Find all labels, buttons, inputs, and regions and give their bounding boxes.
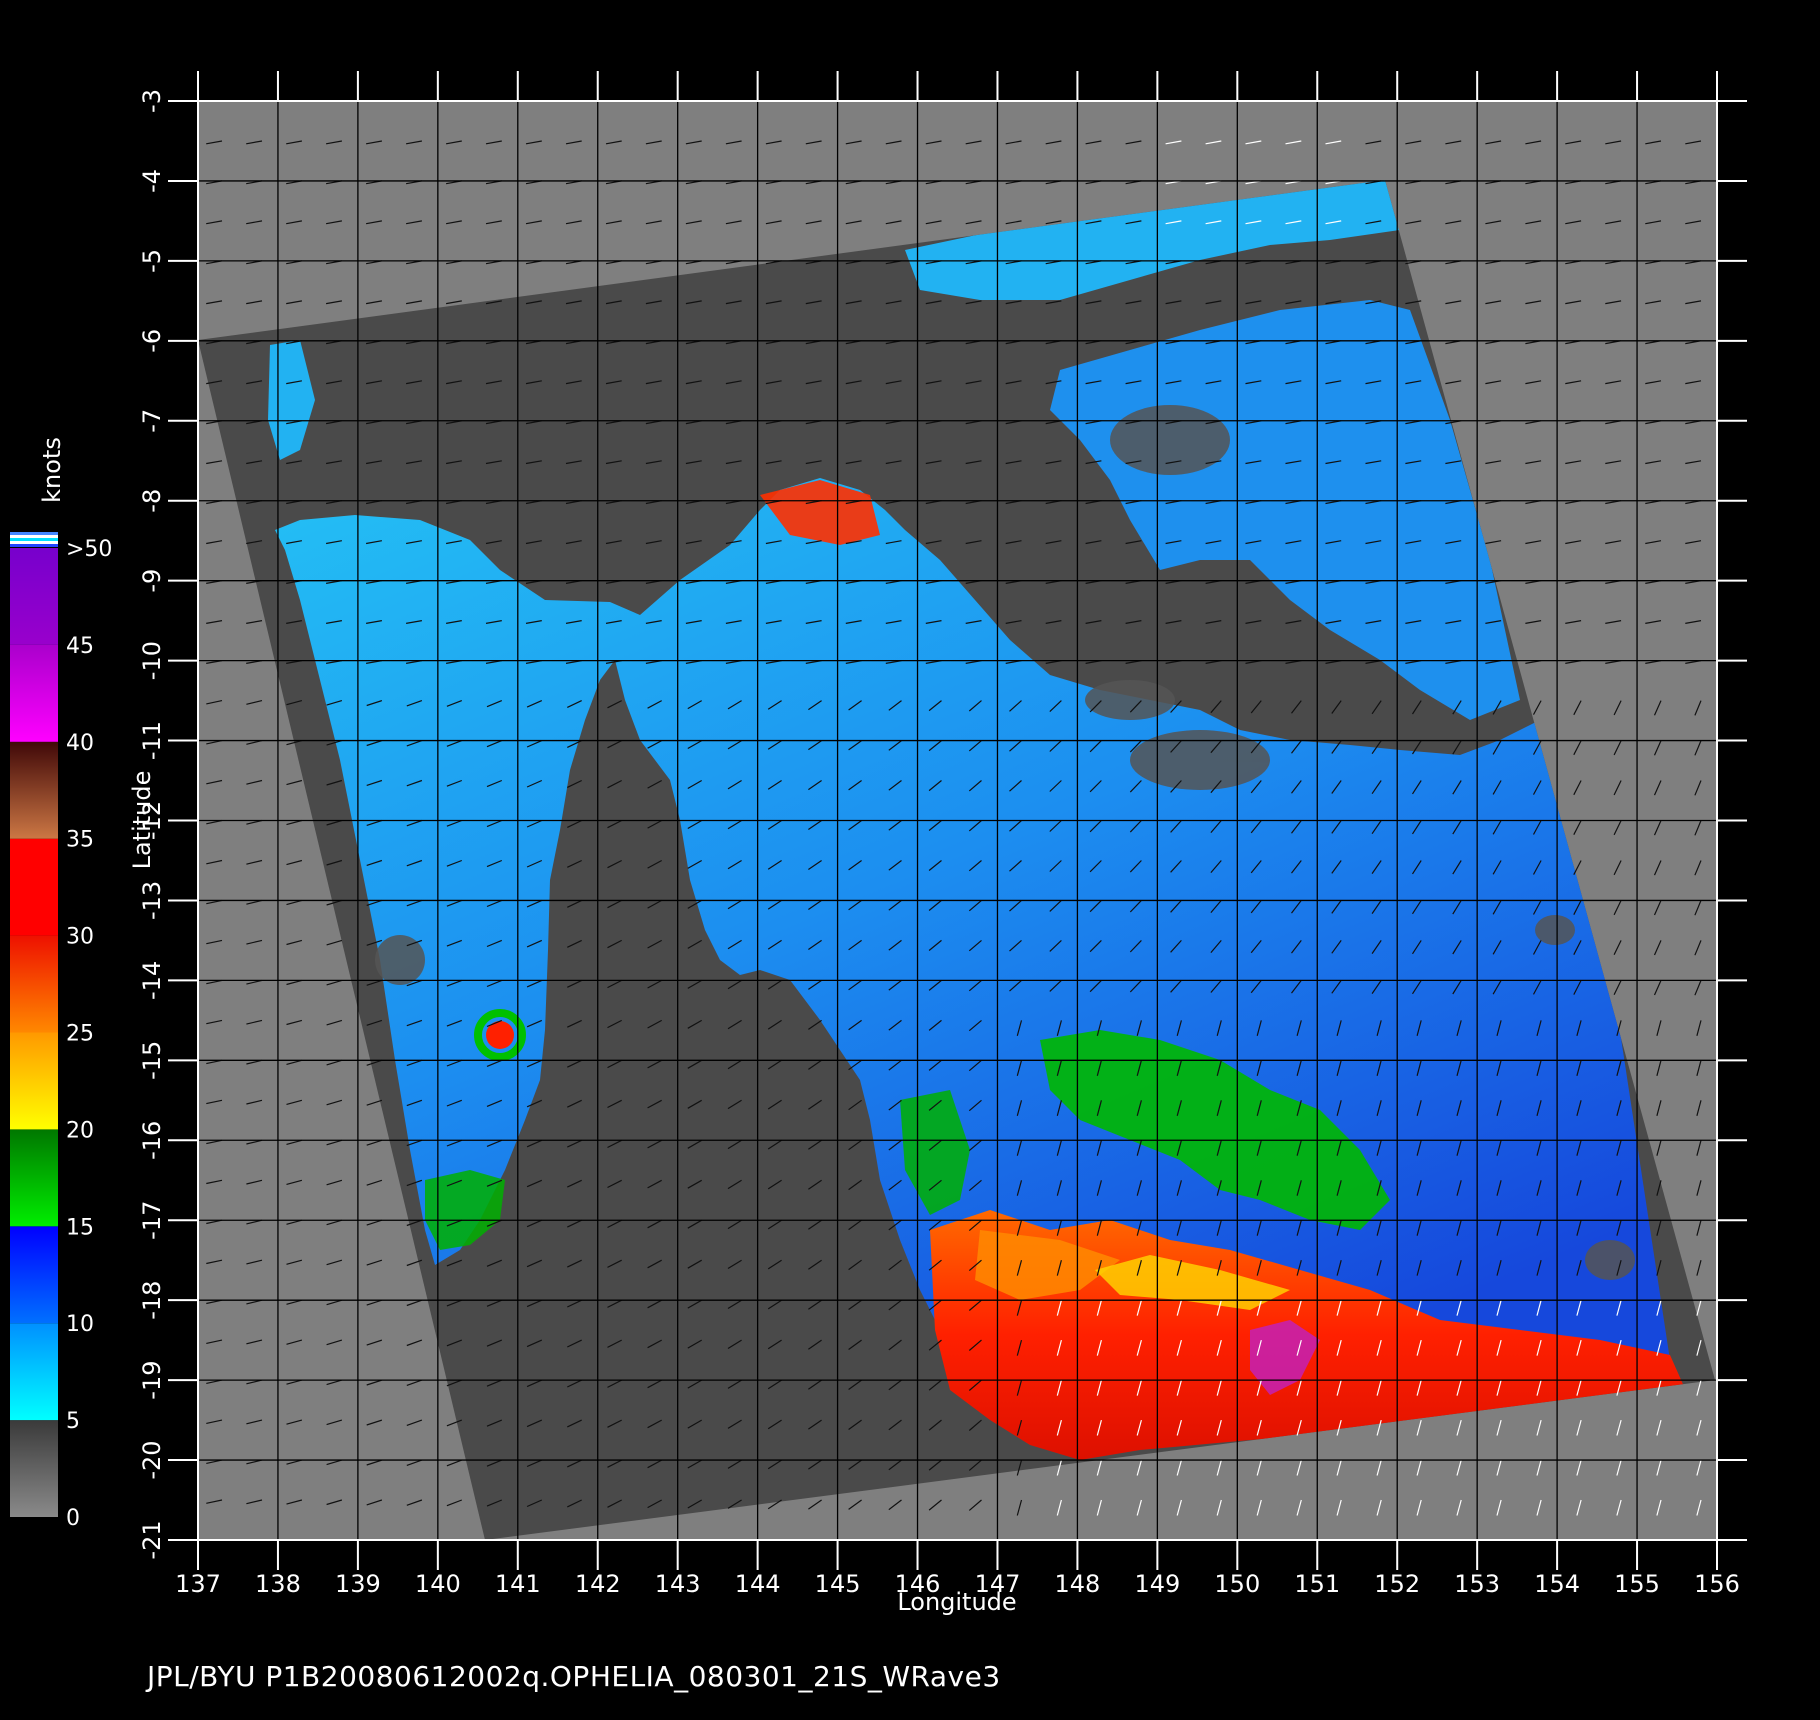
- x-tick-label: 142: [575, 1570, 621, 1598]
- x-tick-label: 150: [1214, 1570, 1260, 1598]
- x-tick-label: 151: [1294, 1570, 1340, 1598]
- colorbar-label: 40: [66, 731, 94, 756]
- colorbar-cap: [10, 544, 58, 547]
- x-axis-label: Longitude: [897, 1588, 1016, 1616]
- y-tick-label: -19: [138, 1361, 166, 1400]
- colorbar-label: 30: [66, 925, 94, 950]
- x-tick-label: 145: [815, 1570, 861, 1598]
- colorbar-label: 25: [66, 1022, 94, 1047]
- colorbar-segment: [10, 1226, 58, 1324]
- colorbar-segment: [10, 1323, 58, 1421]
- y-tick-label: -21: [138, 1520, 166, 1559]
- colorbar-label: 45: [66, 634, 94, 659]
- y-tick-label: -7: [138, 409, 166, 433]
- colorbar-cap: [10, 532, 58, 535]
- y-tick-label: -20: [138, 1440, 166, 1479]
- y-tick-label: -6: [138, 329, 166, 353]
- colorbar-title: knots: [38, 437, 66, 503]
- colorbar-segment: [10, 935, 58, 1033]
- x-tick-label: 155: [1614, 1570, 1660, 1598]
- colorbar-label: 35: [66, 828, 94, 853]
- colorbar-segment: [10, 1129, 58, 1227]
- x-tick-label: 139: [335, 1570, 381, 1598]
- y-axis-label: Latitude: [128, 771, 156, 870]
- colorbar-label: >50: [66, 537, 112, 562]
- colorbar-label: 20: [66, 1118, 94, 1143]
- y-tick-label: -16: [138, 1121, 166, 1160]
- y-tick-label: -4: [138, 169, 166, 193]
- colorbar-cap: [10, 535, 58, 538]
- y-tick-label: -3: [138, 89, 166, 113]
- x-tick-label: 156: [1694, 1570, 1740, 1598]
- colorbar-segment: [10, 1420, 58, 1517]
- x-tick-label: 153: [1454, 1570, 1500, 1598]
- y-tick-label: -14: [138, 961, 166, 1000]
- x-tick-label: 152: [1374, 1570, 1420, 1598]
- y-tick-label: -11: [138, 721, 166, 760]
- y-tick-label: -17: [138, 1201, 166, 1240]
- y-tick-label: -18: [138, 1281, 166, 1320]
- colorbar-label: 5: [66, 1409, 80, 1434]
- x-tick-label: 144: [735, 1570, 781, 1598]
- colorbar-label: 15: [66, 1215, 94, 1240]
- y-tick-label: -5: [138, 249, 166, 273]
- y-tick-label: -9: [138, 569, 166, 593]
- product-caption: JPL/BYU P1B20080612002q.OPHELIA_080301_2…: [147, 1660, 1001, 1693]
- y-tick-label: -8: [138, 489, 166, 513]
- x-tick-label: 138: [255, 1570, 301, 1598]
- colorbar-label: 0: [66, 1506, 80, 1531]
- y-tick-label: -15: [138, 1041, 166, 1080]
- wind-speed-colorbar: 0 5 10 15 20 25 30 35 40 45 >50: [10, 532, 112, 1531]
- x-tick-label: 148: [1055, 1570, 1101, 1598]
- wind-map: 137 138 139 140 141 142 143 144 145 146 147 148 149 1…: [10, 71, 1747, 1616]
- x-tick-label: 140: [415, 1570, 461, 1598]
- colorbar-segment: [10, 644, 58, 742]
- colorbar-segment: [10, 741, 58, 839]
- colorbar-segment: [10, 1032, 58, 1130]
- x-tick-label: 141: [495, 1570, 541, 1598]
- colorbar-segment: [10, 838, 58, 936]
- colorbar-label: 10: [66, 1312, 94, 1337]
- x-tick-label: 143: [655, 1570, 701, 1598]
- x-tick-label: 149: [1134, 1570, 1180, 1598]
- colorbar-cap: [10, 538, 58, 541]
- colorbar-segment: [10, 548, 58, 645]
- y-tick-label: -10: [138, 641, 166, 680]
- x-tick-label: 154: [1534, 1570, 1580, 1598]
- colorbar-cap: [10, 541, 58, 544]
- x-tick-label: 137: [175, 1570, 221, 1598]
- y-tick-label: -13: [138, 881, 166, 920]
